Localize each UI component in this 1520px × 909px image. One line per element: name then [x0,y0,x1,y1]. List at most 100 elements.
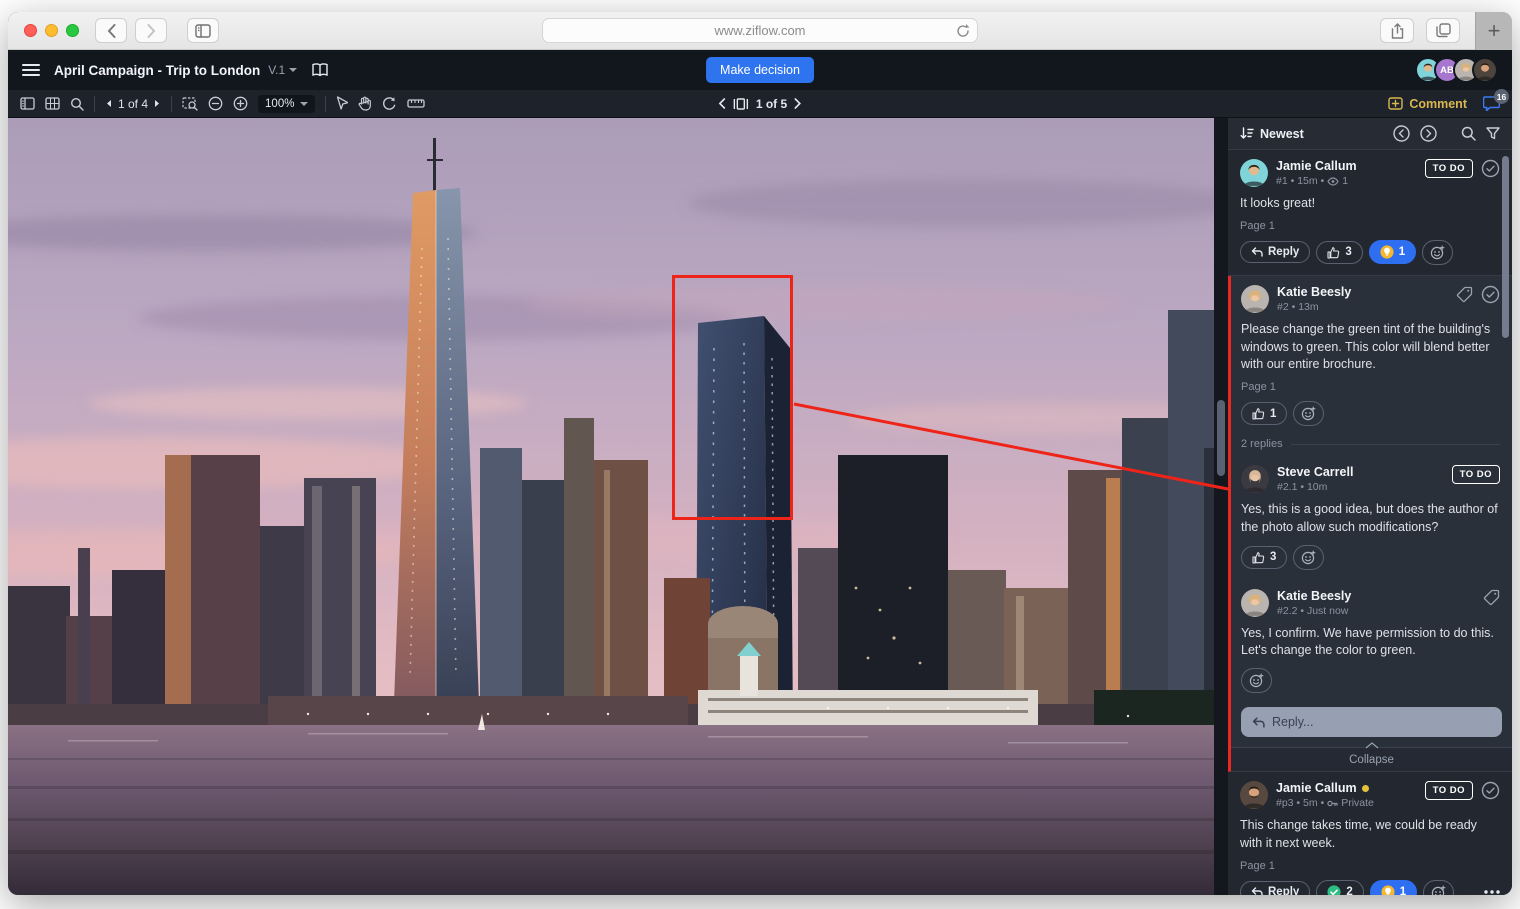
zoom-out-icon[interactable] [208,96,223,111]
thumbnails-panel-icon[interactable] [20,97,35,110]
comment-item[interactable]: Jamie Callum #p3 • 5m • Private TO DO [1228,772,1512,895]
like-reaction-button[interactable]: 3 [1316,241,1362,264]
prev-page-icon[interactable] [718,98,726,109]
version-selector[interactable]: V.1 [268,63,297,77]
chevron-down-icon [300,102,308,106]
comment-author: Katie Beesly [1277,285,1351,299]
comment-thread-selected[interactable]: Katie Beesly #2 • 13m [1228,276,1512,772]
tabs-overview-button[interactable] [1426,18,1460,43]
select-tool-icon[interactable] [336,96,348,111]
comment-body: This change takes time, we could be read… [1240,817,1500,853]
add-reaction-button[interactable] [1293,545,1324,570]
todo-badge[interactable]: TO DO [1425,159,1473,178]
collapse-thread-button[interactable]: Collapse [1231,747,1512,771]
canvas-scrollbar-thumb[interactable] [1217,400,1225,476]
reload-icon[interactable] [956,23,970,39]
app-header: April Campaign - Trip to London V.1 Make… [8,50,1512,90]
comment-count-badge: 16 [1494,89,1509,104]
marquee-zoom-icon[interactable] [182,97,198,111]
menu-button[interactable] [22,64,40,76]
privacy-label: Private [1341,797,1374,809]
prev-comment-button[interactable] [1393,125,1410,142]
back-button[interactable] [95,18,127,43]
comment-meta: #1 • 15m • [1276,175,1324,187]
add-reaction-button[interactable] [1293,401,1324,426]
check-circle-icon [1327,885,1341,895]
comment-item[interactable]: Jamie Callum #1 • 15m • 1 TO DO [1228,150,1512,276]
url-text: www.ziflow.com [714,23,805,38]
comments-list[interactable]: Jamie Callum #1 • 15m • 1 TO DO [1228,150,1512,895]
pan-tool-icon[interactable] [358,96,372,111]
more-options-button[interactable] [1484,890,1500,894]
resolved-reaction-button[interactable]: 2 [1316,880,1363,895]
filter-comments-icon[interactable] [1486,127,1500,140]
next-comment-button[interactable] [1420,125,1437,142]
reply-arrow-icon [1251,247,1263,257]
grid-view-icon[interactable] [45,97,60,110]
smiley-add-icon [1301,406,1316,421]
add-comment-button[interactable]: Comment [1388,97,1467,111]
zoom-level-dropdown[interactable]: 100% [258,95,315,113]
browser-chrome: www.ziflow.com + [8,12,1512,50]
add-reaction-button[interactable] [1241,668,1272,693]
reply-button[interactable]: Reply [1240,881,1310,895]
tag-icon[interactable] [1456,286,1473,303]
next-page-icon[interactable] [794,98,802,109]
reply-arrow-icon [1251,887,1263,895]
search-comments-icon[interactable] [1461,126,1476,141]
comment-page-link[interactable]: Page 1 [1240,220,1500,232]
close-window-button[interactable] [24,24,37,37]
comments-panel-toggle[interactable]: 16 [1483,96,1500,111]
sidebar-toggle-button[interactable] [187,18,219,43]
search-icon[interactable] [70,97,84,111]
window-controls [24,24,79,37]
canvas-scrollbar[interactable] [1214,118,1228,895]
add-reaction-button[interactable] [1423,880,1454,896]
resolve-check-icon[interactable] [1481,781,1500,800]
rotate-tool-icon[interactable] [382,96,397,111]
next-version-icon[interactable] [154,99,161,108]
like-reaction-button[interactable]: 3 [1241,546,1287,569]
idea-reaction-button[interactable]: 1 [1369,240,1416,264]
reply-button[interactable]: Reply [1240,241,1310,263]
address-bar[interactable]: www.ziflow.com [542,18,978,43]
comment-item[interactable]: Katie Beesly #2 • 13m [1231,276,1512,436]
idea-reaction-button[interactable]: 1 [1370,880,1417,895]
comment-meta: #2 • 13m [1277,301,1319,313]
reader-view-icon[interactable] [311,63,329,77]
reply-input[interactable]: Reply... [1241,707,1502,737]
chevron-left-icon [107,24,116,38]
new-tab-button[interactable]: + [1475,12,1512,50]
comment-meta: #p3 • 5m • [1276,797,1324,809]
reply-item[interactable]: Steve Carrell #2.1 • 10m TO DO Yes, this… [1231,456,1512,580]
proof-canvas[interactable] [8,118,1214,895]
tag-icon[interactable] [1483,589,1500,606]
like-reaction-button[interactable]: 1 [1241,402,1287,425]
make-decision-button[interactable]: Make decision [706,57,814,83]
lightbulb-icon [1381,885,1395,895]
reply-item[interactable]: Katie Beesly #2.2 • Just now Yes, I conf… [1231,580,1512,704]
minimize-window-button[interactable] [45,24,58,37]
resolve-check-icon[interactable] [1481,159,1500,178]
thumbs-up-icon [1252,407,1265,420]
comment-author: Steve Carrell [1277,465,1353,479]
prev-version-icon[interactable] [105,99,112,108]
reply-arrow-icon [1252,717,1265,728]
comment-page-link[interactable]: Page 1 [1241,381,1500,393]
resolve-check-icon[interactable] [1481,285,1500,304]
sort-dropdown[interactable]: Newest [1240,127,1304,141]
add-reaction-button[interactable] [1422,240,1453,265]
panel-scrollbar-thumb[interactable] [1502,156,1509,338]
zoom-in-icon[interactable] [233,96,248,111]
todo-badge[interactable]: TO DO [1452,465,1500,484]
forward-button[interactable] [135,18,167,43]
measure-tool-icon[interactable] [407,98,425,109]
comment-page-link[interactable]: Page 1 [1240,860,1500,872]
person-photo [1240,781,1268,809]
avatar[interactable] [1472,57,1498,83]
arrow-right-circle-icon [1420,125,1437,142]
todo-badge[interactable]: TO DO [1425,781,1473,800]
share-button[interactable] [1380,18,1414,43]
zoom-window-button[interactable] [66,24,79,37]
annotation-rectangle[interactable] [672,275,793,520]
